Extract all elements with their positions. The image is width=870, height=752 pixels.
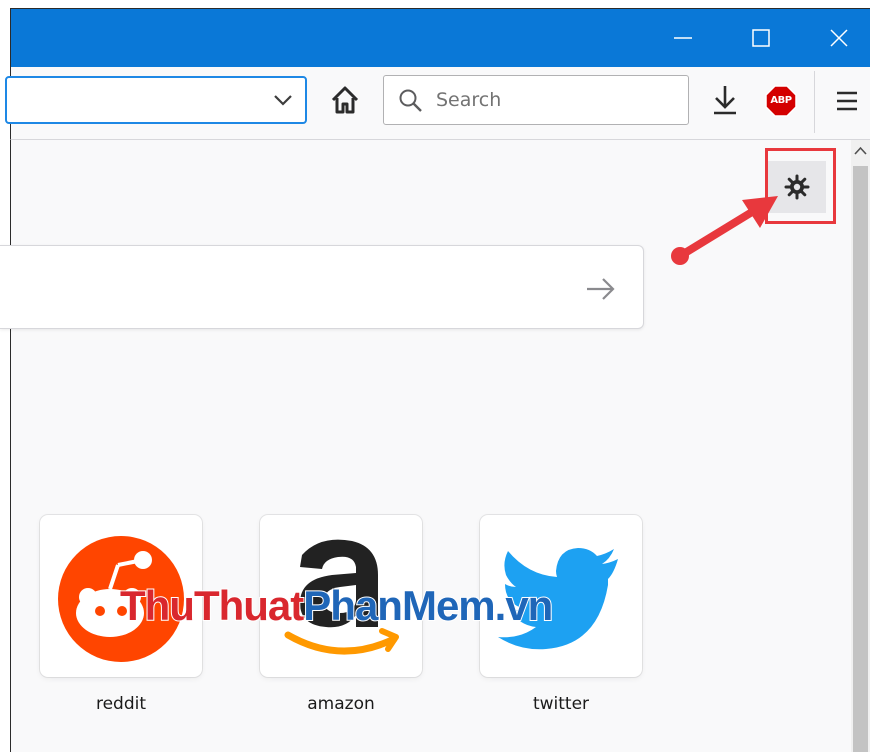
close-button[interactable]: [809, 9, 869, 67]
close-icon: [830, 29, 848, 47]
adblock-button[interactable]: ABP: [765, 85, 797, 117]
navigation-toolbar: ABP: [5, 67, 870, 140]
search-icon: [399, 89, 422, 112]
download-icon[interactable]: [711, 83, 739, 117]
search-bar[interactable]: [383, 75, 689, 125]
arrow-right-icon[interactable]: [585, 276, 617, 302]
twitter-icon: [498, 548, 618, 650]
hamburger-menu-icon[interactable]: [835, 89, 859, 113]
minimize-icon: [674, 37, 692, 39]
amazon-icon: [284, 539, 399, 655]
url-bar[interactable]: [5, 76, 307, 124]
highlight-box: [765, 148, 836, 224]
maximize-button[interactable]: [731, 9, 791, 67]
home-icon[interactable]: [329, 83, 361, 117]
top-site-label-twitter[interactable]: twitter: [480, 694, 642, 714]
top-site-label-amazon[interactable]: amazon: [260, 694, 422, 714]
newtab-search-box[interactable]: [0, 245, 644, 329]
top-site-amazon[interactable]: [260, 515, 422, 677]
reddit-icon: [58, 536, 184, 662]
maximize-icon: [752, 29, 770, 47]
adblock-label: ABP: [770, 95, 792, 106]
scrollbar-thumb[interactable]: [853, 166, 868, 752]
top-site-label-reddit[interactable]: reddit: [40, 694, 202, 714]
chevron-down-icon[interactable]: [271, 90, 295, 110]
search-input[interactable]: [436, 86, 666, 114]
browser-window: ABP: [0, 0, 870, 752]
minimize-button[interactable]: [653, 9, 713, 67]
top-site-reddit[interactable]: [40, 515, 202, 677]
vertical-scrollbar[interactable]: [851, 140, 870, 752]
scroll-up-icon[interactable]: [854, 146, 867, 156]
toolbar-separator: [814, 71, 815, 133]
top-site-twitter[interactable]: [480, 515, 642, 677]
title-bar[interactable]: [10, 8, 870, 67]
